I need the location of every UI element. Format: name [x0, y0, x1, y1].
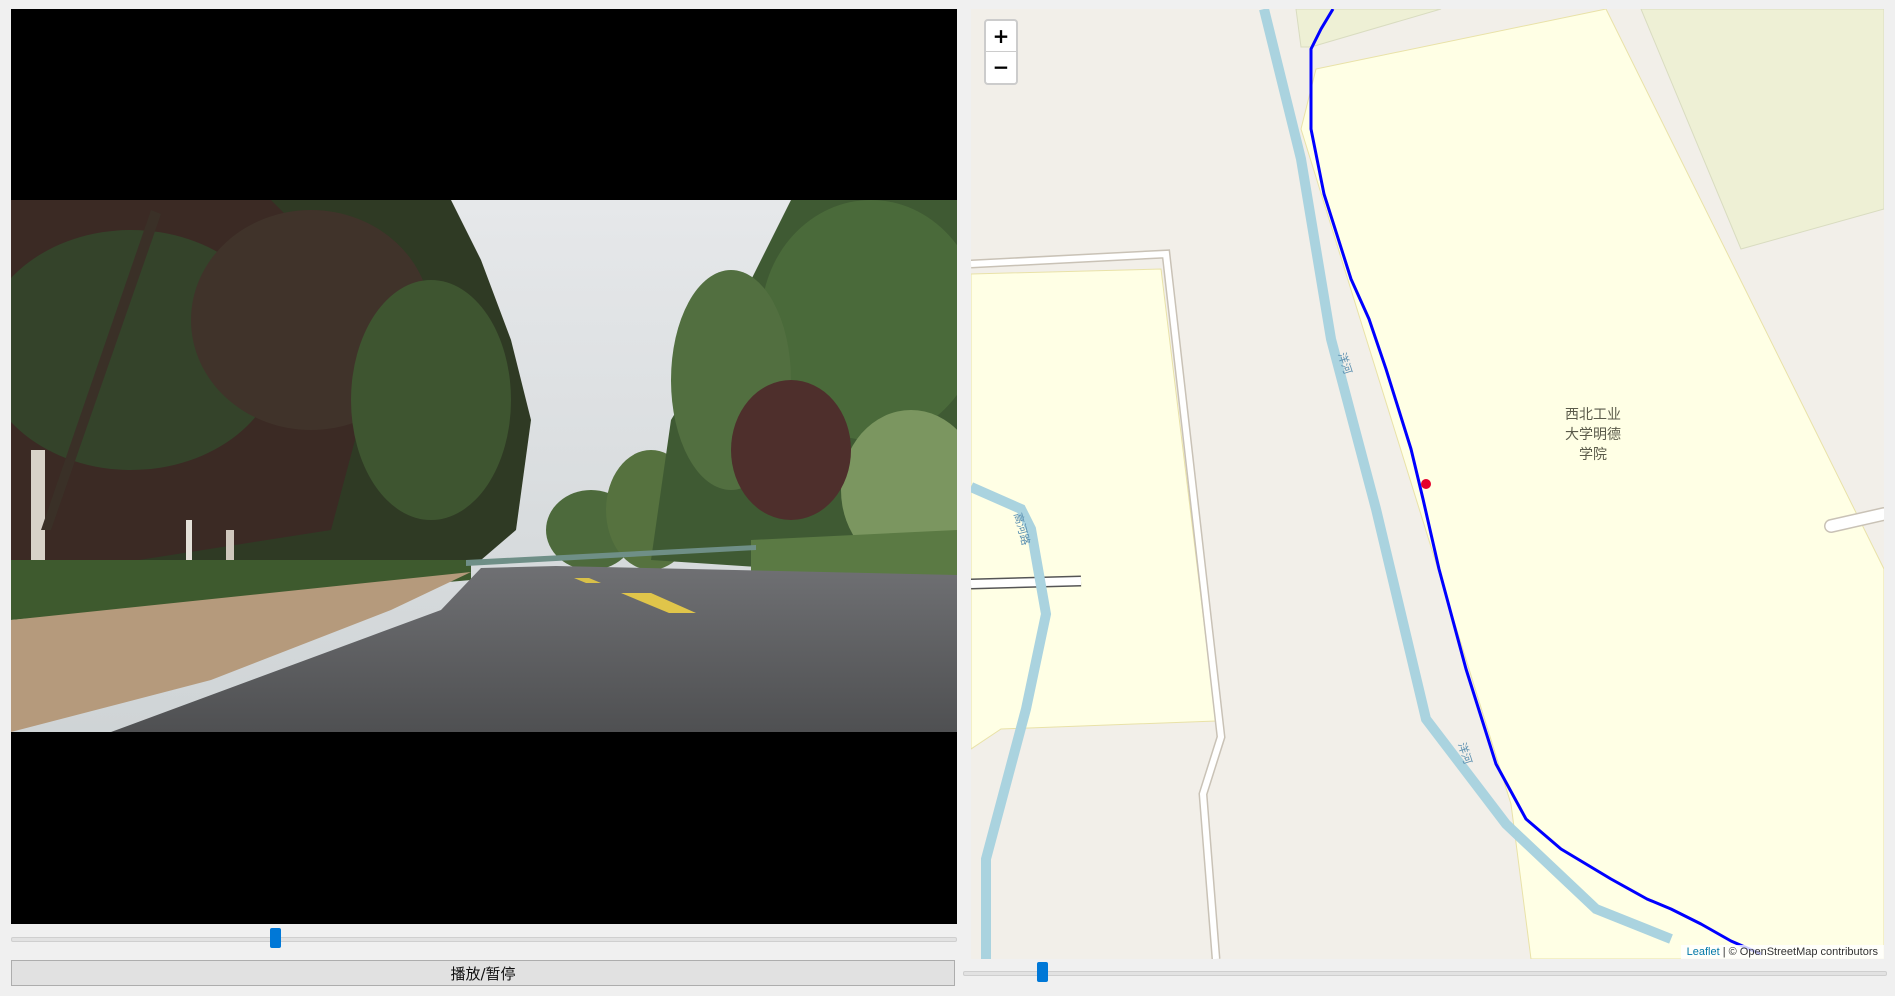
place-label-line: 学院 — [1579, 447, 1607, 463]
video-player[interactable] — [11, 9, 957, 924]
map-tiles[interactable]: 洋河 洋河 高河路 — [971, 9, 1884, 959]
map-track-thumb[interactable] — [1037, 962, 1048, 982]
place-label-line: 西北工业 — [1565, 407, 1621, 423]
video-timeline-slider[interactable] — [11, 928, 957, 948]
leaflet-link[interactable]: Leaflet — [1687, 946, 1720, 958]
map-view[interactable]: 洋河 洋河 高河路 西北工业 大学明德 学院 + − Leaflet | © O… — [971, 9, 1884, 959]
park-area-top — [1295, 9, 1442, 48]
video-timeline-thumb[interactable] — [270, 928, 281, 948]
zoom-out-button[interactable]: − — [986, 52, 1016, 82]
attribution-text: | © OpenStreetMap contributors — [1722, 946, 1878, 958]
play-pause-button[interactable]: 播放/暂停 — [11, 960, 955, 986]
place-label-campus: 西北工业 大学明德 学院 — [1543, 405, 1643, 465]
map-track-slider[interactable] — [963, 962, 1887, 982]
current-position-marker — [1421, 479, 1431, 489]
zoom-control: + − — [984, 19, 1018, 85]
zoom-in-button[interactable]: + — [986, 21, 1016, 52]
video-frame — [11, 200, 957, 732]
map-attribution: Leaflet | © OpenStreetMap contributors — [1680, 945, 1884, 959]
place-label-line: 大学明德 — [1565, 427, 1621, 443]
